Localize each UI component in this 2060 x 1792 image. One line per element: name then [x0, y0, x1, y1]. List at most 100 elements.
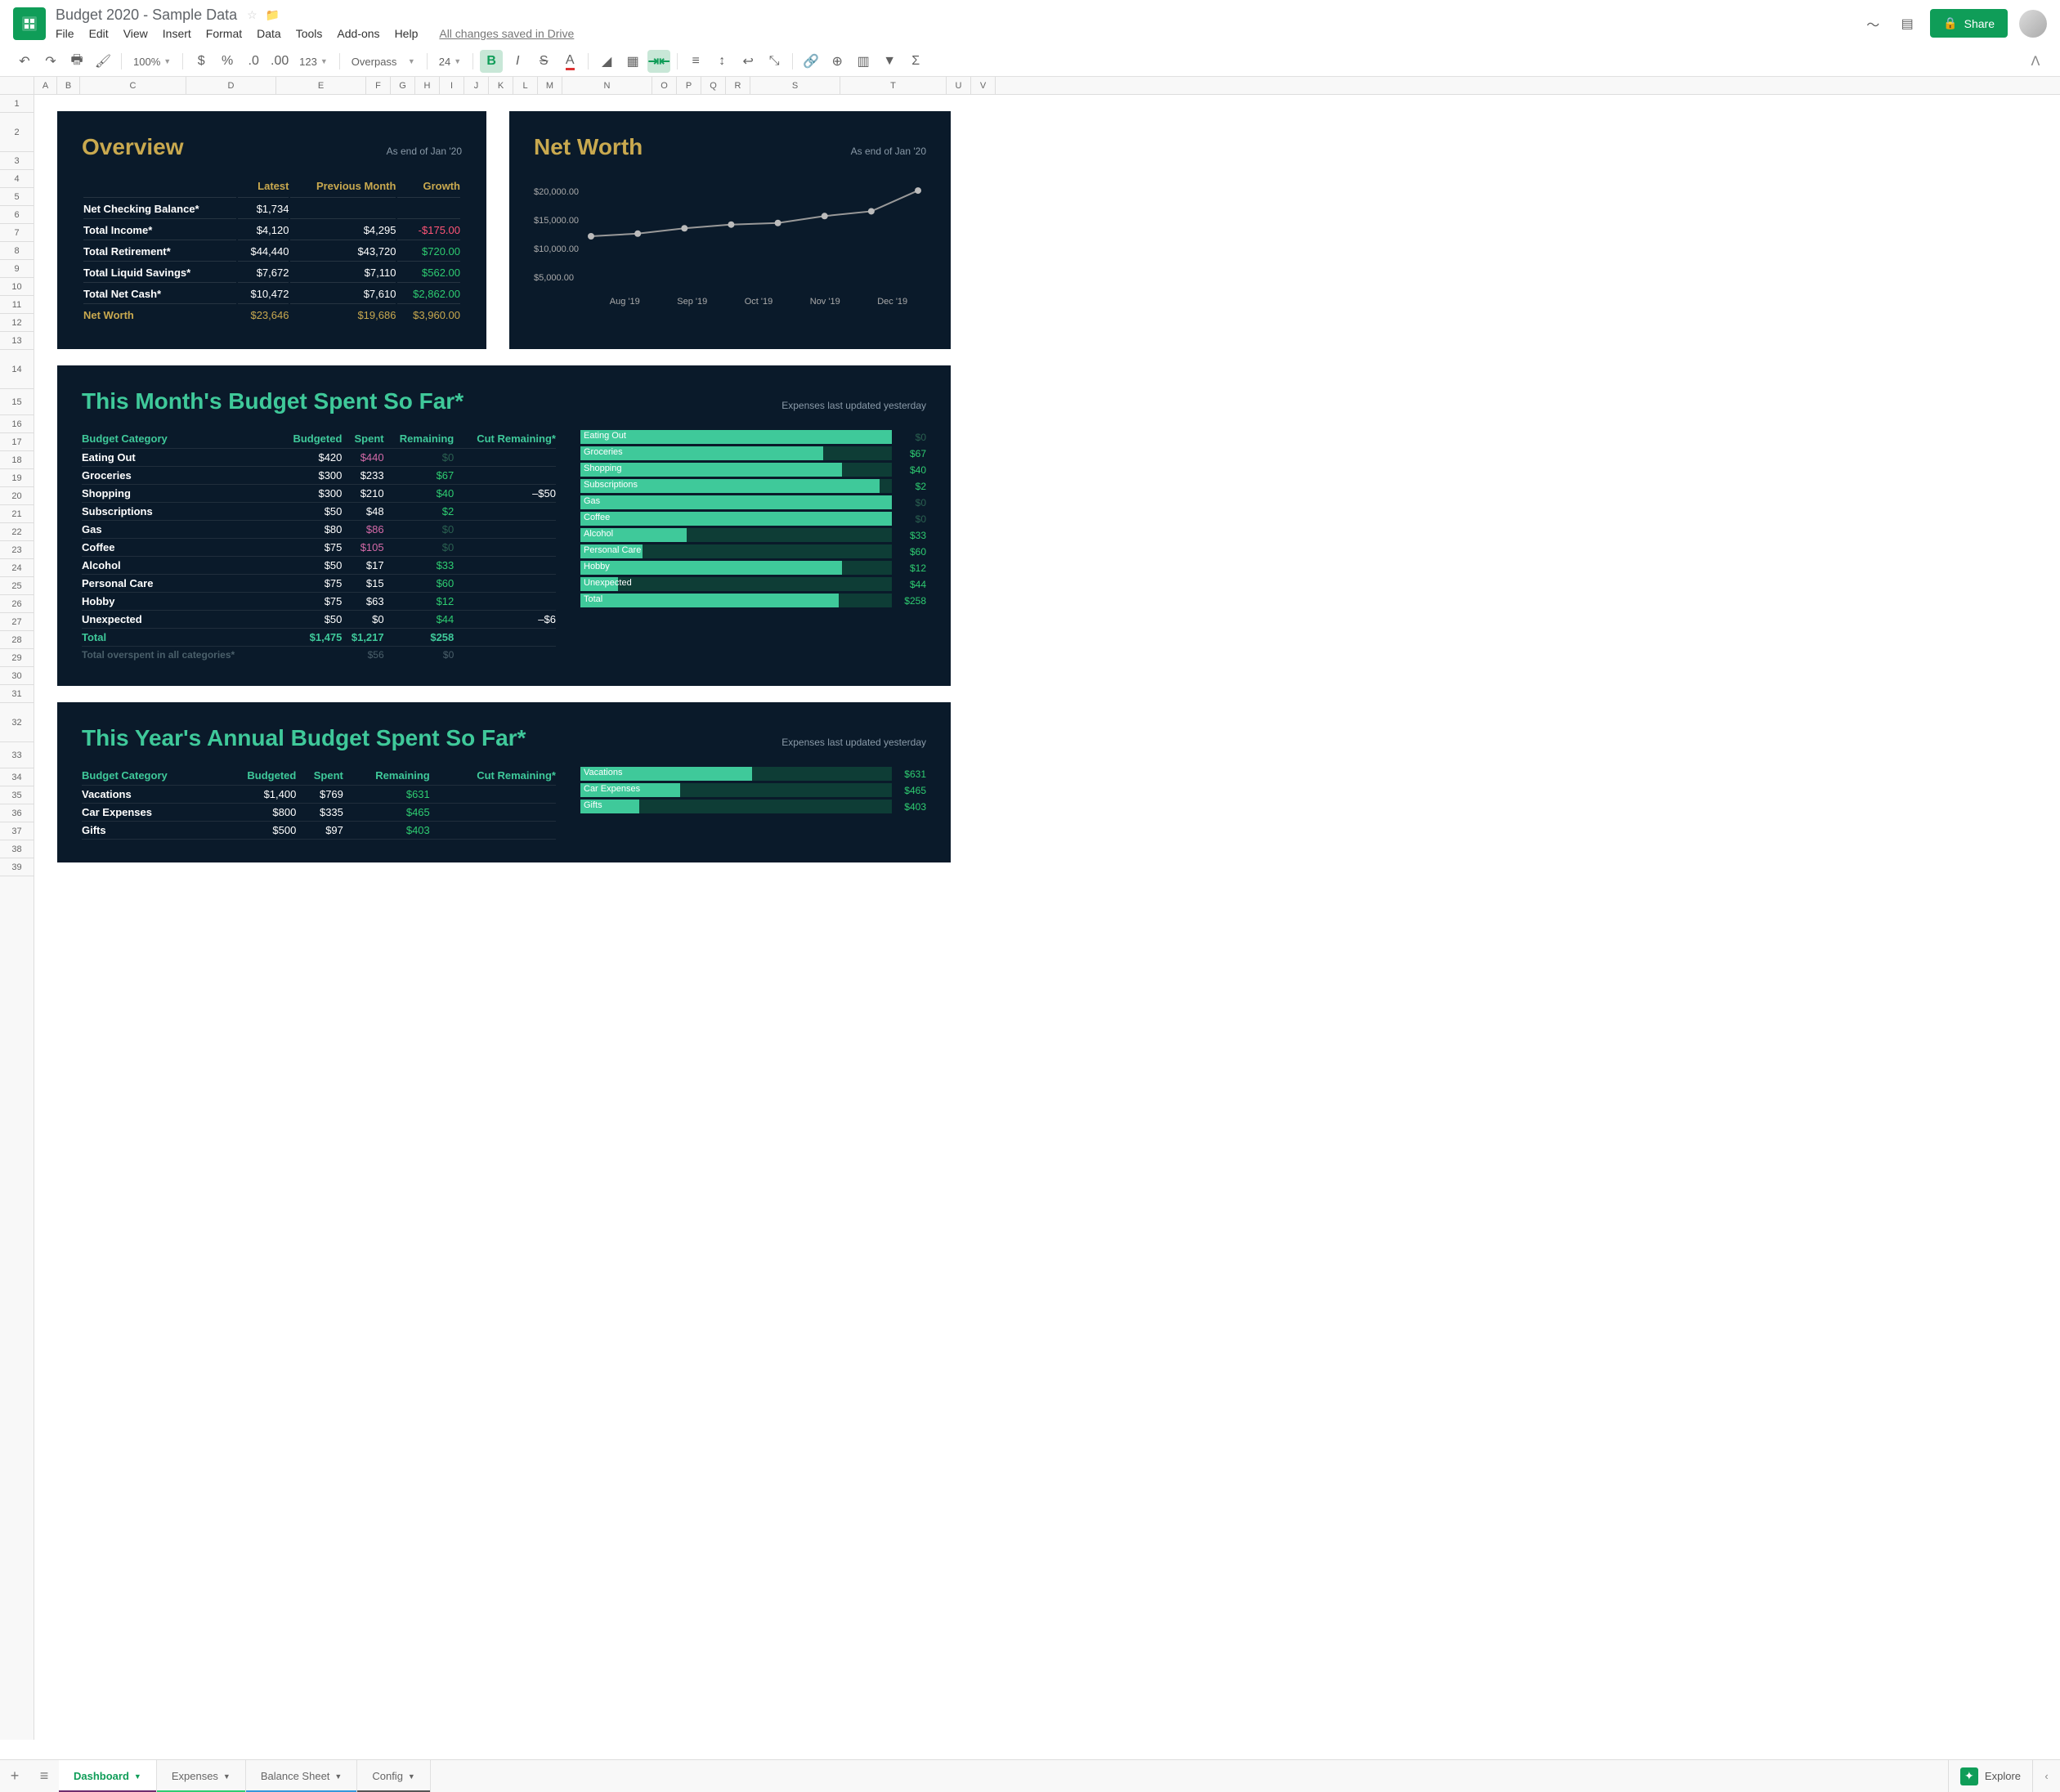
- row-header[interactable]: 27: [0, 613, 34, 631]
- col-header[interactable]: I: [440, 77, 464, 94]
- row-header[interactable]: 24: [0, 559, 34, 577]
- col-header[interactable]: V: [971, 77, 996, 94]
- sheet-tab[interactable]: Balance Sheet▼: [246, 1760, 358, 1792]
- menu-insert[interactable]: Insert: [163, 27, 191, 40]
- col-header[interactable]: E: [276, 77, 366, 94]
- valign-button[interactable]: ↕: [710, 50, 733, 73]
- row-header[interactable]: 18: [0, 451, 34, 469]
- menu-tools[interactable]: Tools: [296, 27, 323, 40]
- fillcolor-button[interactable]: ◢: [595, 50, 618, 73]
- menu-format[interactable]: Format: [206, 27, 242, 40]
- save-status[interactable]: All changes saved in Drive: [439, 27, 574, 40]
- row-header[interactable]: 6: [0, 206, 34, 224]
- row-header[interactable]: 28: [0, 631, 34, 649]
- row-header[interactable]: 37: [0, 822, 34, 840]
- col-header[interactable]: K: [489, 77, 513, 94]
- menu-view[interactable]: View: [123, 27, 148, 40]
- sheets-app-icon[interactable]: [13, 7, 46, 40]
- row-header[interactable]: 26: [0, 595, 34, 613]
- row-header[interactable]: 30: [0, 667, 34, 685]
- share-button[interactable]: 🔒 Share: [1930, 9, 2008, 38]
- row-header[interactable]: 23: [0, 541, 34, 559]
- link-icon[interactable]: 🔗: [799, 50, 822, 73]
- folder-icon[interactable]: 📁: [266, 8, 280, 22]
- all-sheets-button[interactable]: ≡: [29, 1767, 59, 1785]
- row-header[interactable]: 8: [0, 242, 34, 260]
- wrap-button[interactable]: ↩: [737, 50, 759, 73]
- redo-icon[interactable]: ↷: [39, 50, 62, 73]
- comments-icon[interactable]: ▤: [1896, 12, 1919, 35]
- row-header[interactable]: 21: [0, 505, 34, 523]
- chart-icon[interactable]: ▥: [852, 50, 875, 73]
- doc-title[interactable]: Budget 2020 - Sample Data: [56, 7, 237, 24]
- menu-help[interactable]: Help: [395, 27, 419, 40]
- row-header[interactable]: 36: [0, 804, 34, 822]
- row-header[interactable]: 39: [0, 858, 34, 876]
- col-header[interactable]: T: [840, 77, 947, 94]
- paint-format-icon[interactable]: 🖌: [92, 50, 114, 73]
- row-header[interactable]: 20: [0, 487, 34, 505]
- star-icon[interactable]: ☆: [247, 8, 258, 22]
- row-header[interactable]: 15: [0, 389, 34, 415]
- row-header[interactable]: 2: [0, 113, 34, 152]
- col-header[interactable]: H: [415, 77, 440, 94]
- menu-edit[interactable]: Edit: [89, 27, 109, 40]
- menu-addons[interactable]: Add-ons: [337, 27, 379, 40]
- col-header[interactable]: P: [677, 77, 701, 94]
- menu-data[interactable]: Data: [257, 27, 281, 40]
- row-header[interactable]: 14: [0, 350, 34, 389]
- collapse-toolbar-icon[interactable]: ᐱ: [2024, 50, 2047, 73]
- col-header[interactable]: Q: [701, 77, 726, 94]
- col-header[interactable]: N: [562, 77, 652, 94]
- row-header[interactable]: 32: [0, 703, 34, 742]
- borders-button[interactable]: ▦: [621, 50, 644, 73]
- row-header[interactable]: 19: [0, 469, 34, 487]
- zoom-select[interactable]: 100%▼: [128, 56, 176, 68]
- col-header[interactable]: O: [652, 77, 677, 94]
- add-sheet-button[interactable]: +: [0, 1767, 29, 1785]
- col-header[interactable]: B: [57, 77, 80, 94]
- row-header[interactable]: 10: [0, 278, 34, 296]
- italic-button[interactable]: I: [506, 50, 529, 73]
- col-header[interactable]: C: [80, 77, 186, 94]
- col-header[interactable]: S: [750, 77, 840, 94]
- avatar[interactable]: [2019, 10, 2047, 38]
- col-header[interactable]: L: [513, 77, 538, 94]
- row-header[interactable]: 25: [0, 577, 34, 595]
- col-header[interactable]: R: [726, 77, 750, 94]
- row-header[interactable]: 16: [0, 415, 34, 433]
- row-header[interactable]: 33: [0, 742, 34, 768]
- activity-icon[interactable]: 〜: [1861, 12, 1884, 35]
- merge-button[interactable]: ⇥⇤: [647, 50, 670, 73]
- currency-icon[interactable]: $: [190, 50, 213, 73]
- strike-button[interactable]: S: [532, 50, 555, 73]
- row-header[interactable]: 31: [0, 685, 34, 703]
- fontsize-select[interactable]: 24▼: [434, 56, 466, 68]
- textcolor-button[interactable]: A: [558, 50, 581, 73]
- functions-icon[interactable]: Σ: [904, 50, 927, 73]
- row-header[interactable]: 34: [0, 768, 34, 786]
- side-panel-toggle[interactable]: ‹: [2032, 1760, 2060, 1792]
- sheet-canvas[interactable]: Overview As end of Jan '20 LatestPreviou…: [34, 95, 2060, 1740]
- halign-button[interactable]: ≡: [684, 50, 707, 73]
- row-header[interactable]: 4: [0, 170, 34, 188]
- row-header[interactable]: 17: [0, 433, 34, 451]
- select-all-corner[interactable]: [0, 77, 34, 94]
- decrease-decimal-icon[interactable]: .0: [242, 50, 265, 73]
- rotate-button[interactable]: ⤡: [763, 50, 786, 73]
- col-header[interactable]: A: [34, 77, 57, 94]
- undo-icon[interactable]: ↶: [13, 50, 36, 73]
- comment-icon[interactable]: ⊕: [826, 50, 849, 73]
- increase-decimal-icon[interactable]: .00: [268, 50, 291, 73]
- number-format-select[interactable]: 123▼: [294, 56, 333, 68]
- font-select[interactable]: Overpass▼: [347, 56, 420, 68]
- col-header[interactable]: J: [464, 77, 489, 94]
- explore-button[interactable]: ✦ Explore: [1948, 1760, 2032, 1792]
- row-header[interactable]: 35: [0, 786, 34, 804]
- filter-icon[interactable]: ▼: [878, 50, 901, 73]
- sheet-tab[interactable]: Dashboard▼: [59, 1760, 157, 1792]
- percent-icon[interactable]: %: [216, 50, 239, 73]
- col-header[interactable]: D: [186, 77, 276, 94]
- row-header[interactable]: 3: [0, 152, 34, 170]
- sheet-tab[interactable]: Expenses▼: [157, 1760, 246, 1792]
